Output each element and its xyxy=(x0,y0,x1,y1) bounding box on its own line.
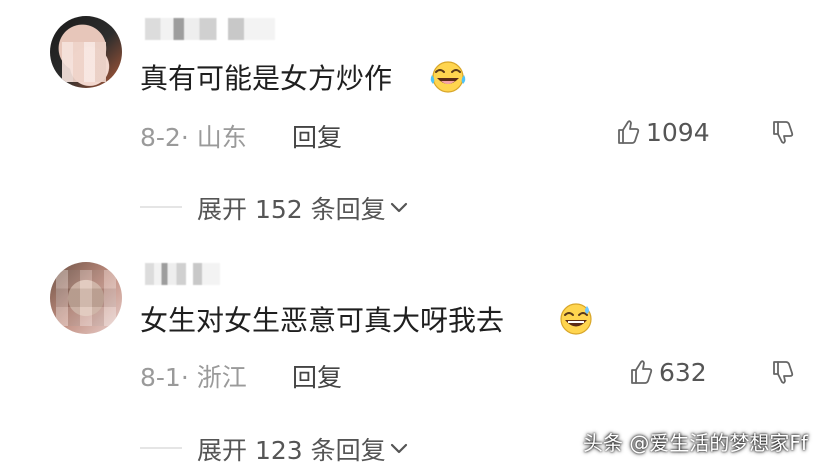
laughing-tears-icon xyxy=(430,61,466,93)
like-count: 1094 xyxy=(646,117,710,147)
comment-meta: 8-1· 浙江 xyxy=(140,363,247,392)
avatar-mosaic xyxy=(56,270,116,326)
expand-divider xyxy=(140,206,182,208)
reply-button[interactable]: 回复 xyxy=(292,118,342,154)
chevron-down-icon xyxy=(390,202,407,213)
thumb-down-icon[interactable] xyxy=(766,356,798,388)
like-button[interactable]: 632 xyxy=(625,357,707,387)
comment-text: 女生对女生恶意可真大呀我去 xyxy=(140,304,505,337)
expand-replies-label: 展开 123 条回复 xyxy=(197,436,386,465)
expand-replies-button[interactable]: 展开 123 条回复 xyxy=(197,431,410,465)
blurred-username xyxy=(145,263,220,285)
like-button[interactable]: 1094 xyxy=(612,117,710,147)
comment-meta: 8-2· 山东 xyxy=(140,123,247,152)
avatar[interactable] xyxy=(50,262,122,334)
comment-text: 真有可能是女方炒作 xyxy=(140,62,393,95)
avatar-mosaic xyxy=(62,42,106,82)
thumb-down-icon[interactable] xyxy=(766,116,798,148)
chevron-down-icon xyxy=(390,443,407,454)
reply-button[interactable]: 回复 xyxy=(292,358,342,394)
expand-replies-label: 展开 152 条回复 xyxy=(197,195,386,224)
sweat-smile-icon xyxy=(560,303,592,335)
thumb-up-icon xyxy=(618,120,640,144)
blurred-username xyxy=(145,18,275,40)
expand-divider xyxy=(140,447,182,449)
expand-replies-button[interactable]: 展开 152 条回复 xyxy=(197,190,410,226)
comment-thread: 真有可能是女方炒作 8-2· 山东 回复 1094 展开 152 条回复 女生对… xyxy=(0,0,834,465)
like-count: 632 xyxy=(659,357,707,387)
avatar[interactable] xyxy=(50,16,122,88)
thumb-up-icon xyxy=(631,360,653,384)
watermark: 头条 @爱生活的梦想家Ff xyxy=(583,431,808,455)
